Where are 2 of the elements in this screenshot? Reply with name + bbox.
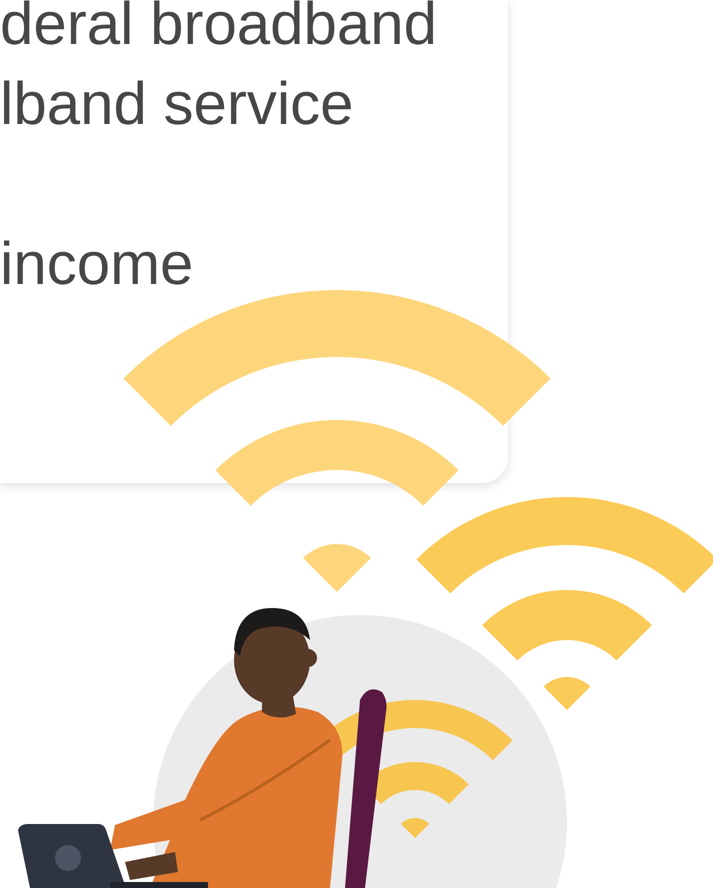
card-text: deral broadband lband service: [0, 0, 438, 139]
card-text: income: [0, 229, 194, 299]
